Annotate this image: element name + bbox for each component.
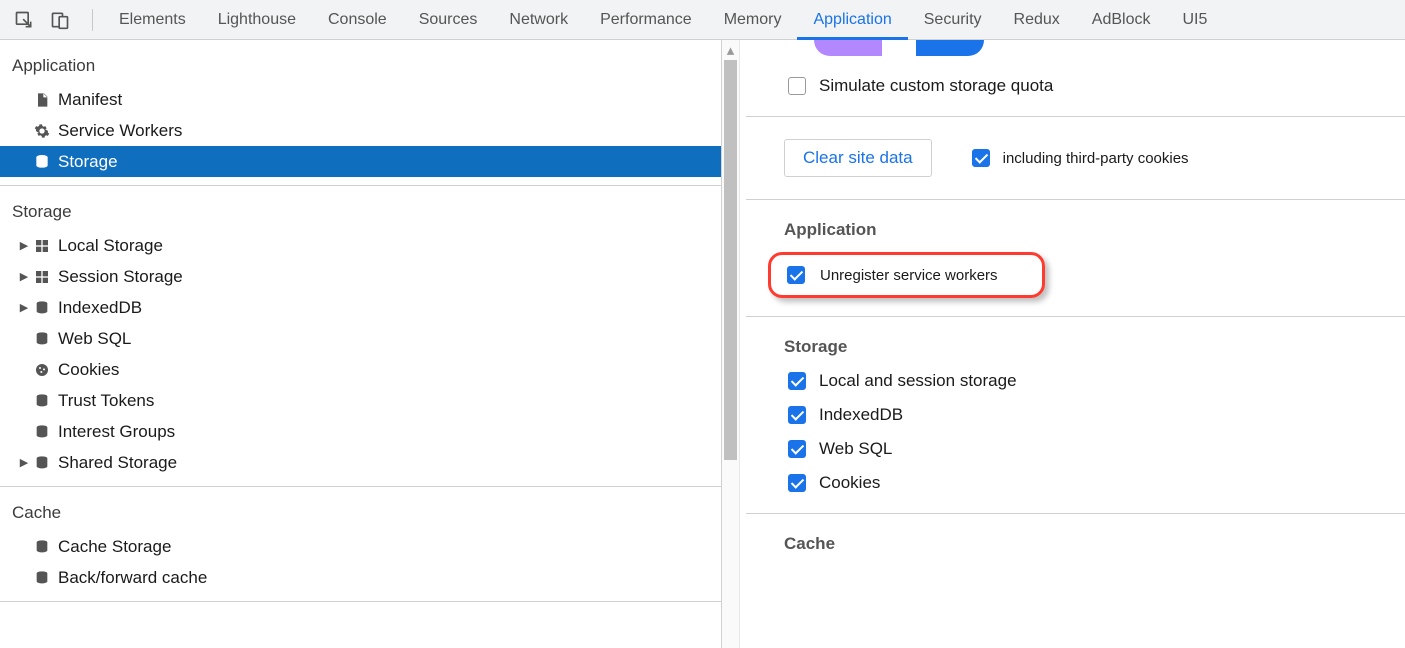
tab-sources[interactable]: Sources (403, 0, 494, 40)
tab-performance[interactable]: Performance (584, 0, 708, 40)
scroll-up-icon[interactable]: ▴ (722, 40, 739, 60)
tab-application[interactable]: Application (797, 0, 907, 40)
divider (746, 316, 1405, 317)
grid-icon (32, 238, 52, 254)
database-icon (32, 455, 52, 471)
divider (746, 199, 1405, 200)
web-sql-label: Web SQL (819, 439, 892, 459)
local-session-storage-label: Local and session storage (819, 371, 1017, 391)
tab-network[interactable]: Network (493, 0, 584, 40)
database-icon (32, 393, 52, 409)
sidebar-item-local-storage[interactable]: ▶ Local Storage (0, 230, 721, 261)
sidebar-item-shared-storage[interactable]: ▶ Shared Storage (0, 447, 721, 478)
web-sql-checkbox[interactable] (788, 440, 806, 458)
devtools-tabstrip: Elements Lighthouse Console Sources Netw… (0, 0, 1405, 40)
chevron-right-icon[interactable]: ▶ (16, 270, 32, 283)
including-third-party-label: including third-party cookies (1003, 150, 1189, 167)
cookies-checkbox[interactable] (788, 474, 806, 492)
tab-ui5[interactable]: UI5 (1167, 0, 1224, 40)
sidebar-scrollbar[interactable]: ▴ (722, 40, 740, 648)
simulate-quota-label: Simulate custom storage quota (819, 76, 1053, 96)
sidebar-section-storage: Storage (0, 186, 721, 230)
tab-redux[interactable]: Redux (998, 0, 1076, 40)
tab-adblock[interactable]: AdBlock (1076, 0, 1167, 40)
simulate-quota-checkbox[interactable] (788, 77, 806, 95)
unregister-service-workers-label: Unregister service workers (820, 267, 998, 284)
tab-memory[interactable]: Memory (708, 0, 798, 40)
cookie-icon (32, 362, 52, 378)
sidebar-item-session-storage[interactable]: ▶ Session Storage (0, 261, 721, 292)
indexeddb-checkbox[interactable] (788, 406, 806, 424)
local-session-storage-checkbox[interactable] (788, 372, 806, 390)
application-sidebar: Application Manifest Service Workers Sto… (0, 40, 722, 648)
database-icon (32, 300, 52, 316)
indexeddb-label: IndexedDB (819, 405, 903, 425)
database-icon (32, 570, 52, 586)
scrollbar-thumb[interactable] (724, 60, 737, 460)
sidebar-item-back-forward-cache[interactable]: Back/forward cache (0, 562, 721, 593)
sidebar-item-interest-groups[interactable]: Interest Groups (0, 416, 721, 447)
file-icon (32, 92, 52, 108)
sidebar-item-cookies[interactable]: Cookies (0, 354, 721, 385)
sidebar-item-indexeddb[interactable]: ▶ IndexedDB (0, 292, 721, 323)
tab-lighthouse[interactable]: Lighthouse (202, 0, 312, 40)
tab-console[interactable]: Console (312, 0, 403, 40)
including-third-party-checkbox[interactable] (972, 149, 990, 167)
database-icon (32, 539, 52, 555)
device-toolbar-icon[interactable] (46, 6, 74, 34)
sidebar-section-cache: Cache (0, 487, 721, 531)
tab-elements[interactable]: Elements (103, 0, 202, 40)
database-icon (32, 424, 52, 440)
chevron-right-icon[interactable]: ▶ (16, 301, 32, 314)
tab-divider (92, 9, 93, 31)
section-storage-header: Storage (784, 337, 1405, 357)
section-cache-header: Cache (784, 534, 1405, 554)
sidebar-item-storage[interactable]: Storage (0, 146, 721, 177)
tab-security[interactable]: Security (908, 0, 998, 40)
sidebar-item-service-workers[interactable]: Service Workers (0, 115, 721, 146)
storage-panel: Simulate custom storage quota Clear site… (740, 40, 1405, 648)
unregister-service-workers-highlight: Unregister service workers (768, 252, 1045, 298)
grid-icon (32, 269, 52, 285)
cookies-label: Cookies (819, 473, 880, 493)
clear-site-data-button[interactable]: Clear site data (784, 139, 932, 177)
gear-icon (32, 123, 52, 139)
chevron-right-icon[interactable]: ▶ (16, 239, 32, 252)
sidebar-item-manifest[interactable]: Manifest (0, 84, 721, 115)
sidebar-item-trust-tokens[interactable]: Trust Tokens (0, 385, 721, 416)
usage-pie-chart (814, 40, 984, 56)
database-icon (32, 154, 52, 170)
database-icon (32, 331, 52, 347)
sidebar-item-cache-storage[interactable]: Cache Storage (0, 531, 721, 562)
sidebar-item-web-sql[interactable]: Web SQL (0, 323, 721, 354)
section-application-header: Application (784, 220, 1405, 240)
unregister-service-workers-checkbox[interactable] (787, 266, 805, 284)
inspect-element-icon[interactable] (10, 6, 38, 34)
divider (0, 601, 721, 602)
chevron-right-icon[interactable]: ▶ (16, 456, 32, 469)
divider (746, 513, 1405, 514)
sidebar-section-application: Application (0, 40, 721, 84)
